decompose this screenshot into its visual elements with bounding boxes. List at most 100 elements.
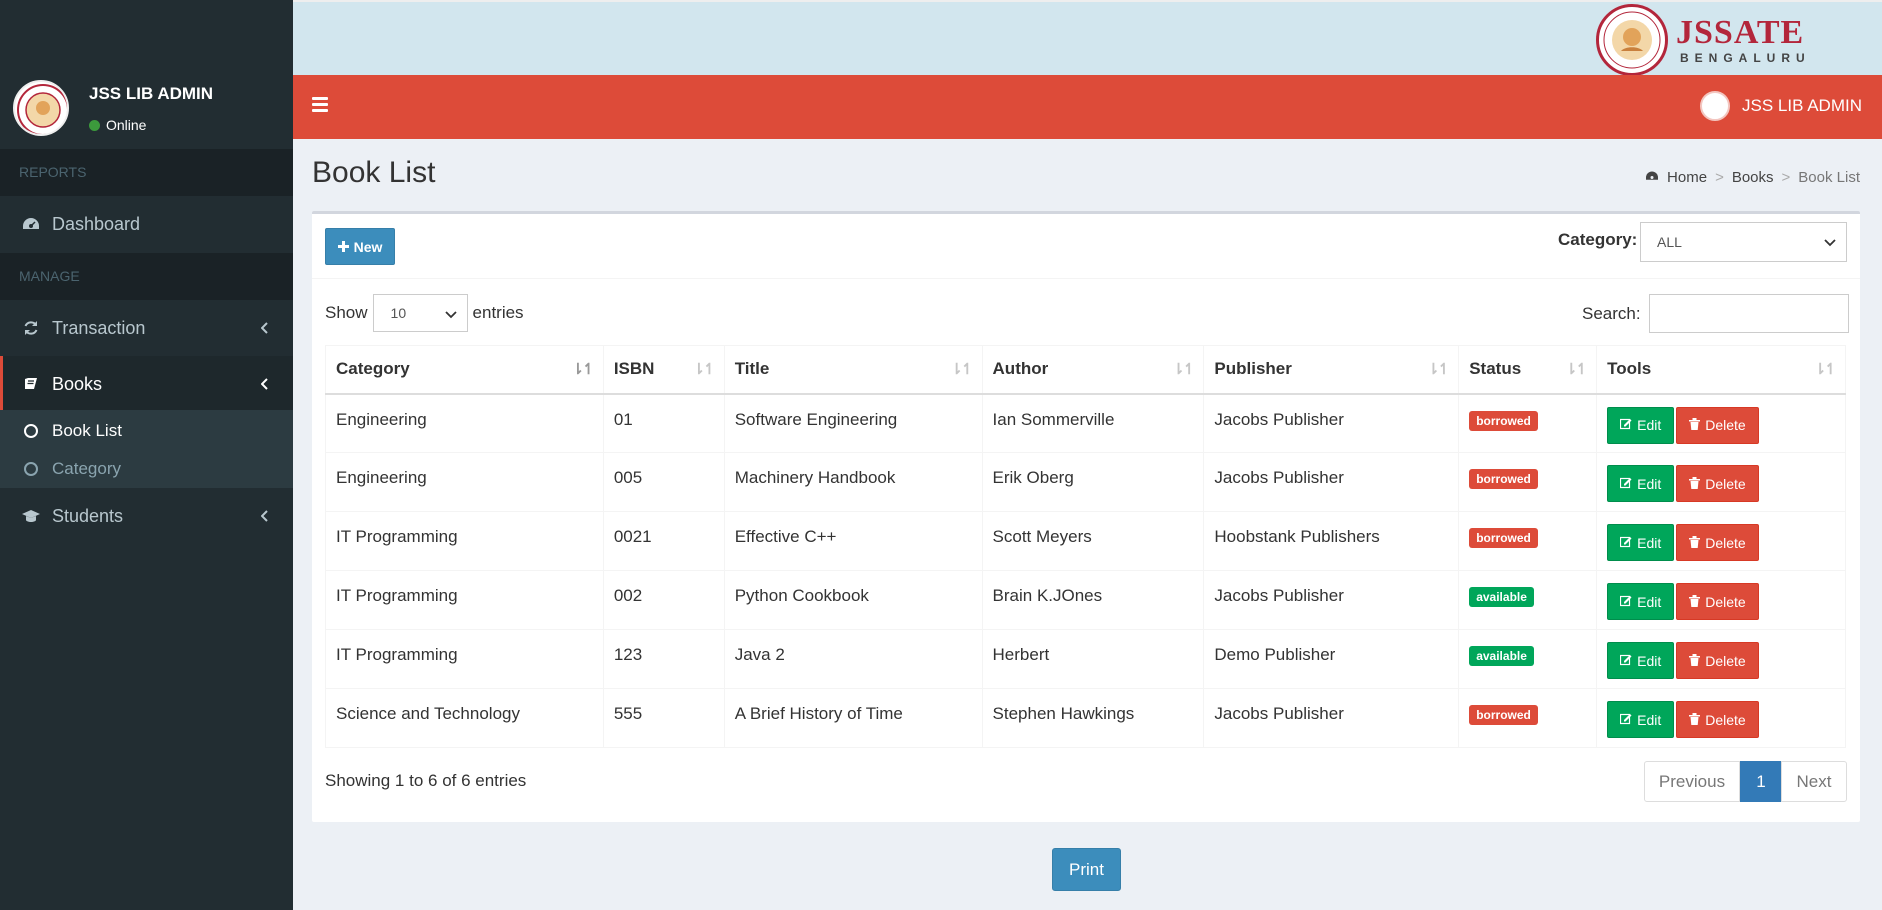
delete-button[interactable]: Delete [1676, 524, 1759, 561]
cell-title: Machinery Handbook [723, 452, 983, 512]
delete-button[interactable]: Delete [1676, 406, 1759, 444]
book-table: Category ⇂↿ ISBN ⇂↿ Title ⇂↿ Author ⇂↿ Publi… [325, 345, 1846, 748]
brand-logo: JSSATE BENGALURU [1596, 4, 1811, 76]
edit-icon [1620, 712, 1632, 728]
chevron-left-icon [260, 318, 269, 339]
edit-button[interactable]: Edit [1607, 642, 1675, 679]
delete-button[interactable]: Delete [1676, 642, 1759, 679]
cell-publisher: Jacobs Publisher [1203, 570, 1460, 630]
user-status-text: Online [106, 117, 147, 133]
table-row: IT Programming 123 Java 2 Herbert Demo Publi… [325, 629, 1846, 689]
category-filter-value: ALL [1657, 234, 1682, 250]
cell-title: Python Cookbook [723, 570, 983, 630]
search-label: Search: [1582, 303, 1641, 323]
chevron-down-icon [444, 307, 457, 323]
column-header-category[interactable]: Category ⇂↿ [325, 345, 604, 395]
breadcrumb-home[interactable]: Home [1667, 169, 1707, 186]
edit-icon [1620, 653, 1632, 669]
sidebar-item-books[interactable]: Books [0, 356, 293, 412]
edit-icon [1620, 417, 1632, 433]
delete-button[interactable]: Delete [1676, 701, 1759, 738]
sidebar-item-transaction[interactable]: Transaction [0, 300, 293, 356]
sidebar-item-dashboard[interactable]: Dashboard [0, 196, 293, 252]
sort-icon: ⇂↿ [1813, 361, 1837, 378]
edit-label: Edit [1637, 711, 1662, 728]
category-filter-select[interactable]: ALL [1640, 222, 1847, 262]
sort-asc-icon: ⇂↿ [571, 361, 595, 378]
sort-icon: ⇂↿ [1172, 361, 1195, 378]
status-badge: borrowed [1469, 705, 1538, 725]
edit-button[interactable]: Edit [1607, 406, 1675, 444]
menu-header-reports: REPORTS [0, 149, 293, 196]
new-book-button[interactable]: New [325, 228, 395, 265]
search-input[interactable] [1648, 294, 1849, 333]
cell-category: Science and Technology [325, 688, 604, 748]
edit-icon [1620, 535, 1632, 551]
edit-label: Edit [1637, 534, 1662, 551]
pagination-page-1[interactable]: 1 [1740, 761, 1782, 802]
sort-icon: ⇂↿ [950, 361, 973, 378]
emblem-icon [1596, 4, 1668, 76]
print-button[interactable]: Print [1052, 848, 1121, 891]
subitem-label: Book List [52, 421, 122, 440]
brand-subtitle: BENGALURU [1680, 51, 1811, 65]
pagination-previous[interactable]: Previous [1644, 761, 1740, 802]
cell-isbn: 01 [602, 393, 725, 453]
column-header-title[interactable]: Title ⇂↿ [723, 345, 983, 395]
subitem-label: Category [52, 459, 121, 478]
cell-category: IT Programming [325, 629, 604, 689]
column-header-isbn[interactable]: ISBN ⇂↿ [602, 345, 725, 395]
entries-length-value: 10 [390, 305, 407, 321]
cell-author: Scott Meyers [981, 511, 1205, 571]
delete-button[interactable]: Delete [1676, 465, 1759, 502]
navbar-user-menu[interactable]: JSS LIB ADMIN [1700, 91, 1862, 121]
cell-status: borrowed [1458, 511, 1598, 571]
status-badge: borrowed [1469, 528, 1538, 548]
cell-title: Effective C++ [723, 511, 983, 571]
column-header-author[interactable]: Author ⇂↿ [981, 345, 1205, 395]
cell-status: borrowed [1458, 688, 1598, 748]
entries-length-control: Show 10 entries [325, 294, 524, 332]
sidebar-item-label: Books [52, 373, 103, 394]
menu-toggle-icon[interactable] [312, 97, 328, 112]
delete-label: Delete [1705, 475, 1746, 492]
pagination: Previous 1 Next [1644, 761, 1847, 802]
chevron-left-icon [260, 374, 269, 395]
chevron-down-icon [1824, 235, 1836, 251]
sidebar-subitem-book-list[interactable]: Book List [24, 421, 122, 441]
brand-title: JSSATE [1676, 14, 1805, 51]
refresh-icon [20, 320, 42, 336]
edit-button[interactable]: Edit [1607, 524, 1675, 561]
trash-icon [1689, 712, 1701, 728]
breadcrumb-separator: > [1715, 169, 1724, 186]
cell-category: Engineering [325, 393, 604, 453]
edit-button[interactable]: Edit [1607, 701, 1675, 738]
cell-author: Brain K.JOnes [981, 570, 1205, 630]
column-header-status[interactable]: Status ⇂↿ [1458, 345, 1598, 395]
column-header-publisher[interactable]: Publisher ⇂↿ [1203, 345, 1460, 395]
cell-title: Software Engineering [723, 393, 983, 453]
sidebar-subitem-category[interactable]: Category [24, 459, 121, 479]
column-header-tools[interactable]: Tools ⇂↿ [1596, 345, 1846, 395]
table-row: Science and Technology 555 A Brief History… [325, 688, 1846, 748]
circle-icon [24, 424, 38, 438]
table-row: Engineering 005 Machinery Handbook Erik Obe… [325, 452, 1846, 512]
delete-button[interactable]: Delete [1676, 583, 1759, 620]
cell-author: Ian Sommerville [981, 393, 1205, 453]
edit-button[interactable]: Edit [1607, 465, 1675, 502]
status-badge: borrowed [1469, 410, 1538, 431]
breadcrumb-books[interactable]: Books [1732, 169, 1774, 186]
sidebar-item-students[interactable]: Students [0, 488, 293, 544]
dashboard-icon [20, 216, 42, 232]
breadcrumb: Home > Books > Book List [1645, 169, 1860, 186]
cell-tools: Edit Delete [1596, 688, 1846, 748]
page-title: Book List [312, 156, 436, 189]
entries-length-select[interactable]: 10 [372, 294, 468, 332]
table-header-row: Category ⇂↿ ISBN ⇂↿ Title ⇂↿ Author ⇂↿ Publi… [325, 345, 1846, 395]
trash-icon [1689, 653, 1701, 669]
edit-button[interactable]: Edit [1607, 583, 1675, 620]
pagination-next[interactable]: Next [1781, 761, 1847, 802]
cell-isbn: 002 [602, 570, 725, 630]
sidebar-item-label: Students [52, 505, 124, 526]
sidebar-item-label: Dashboard [52, 213, 141, 234]
